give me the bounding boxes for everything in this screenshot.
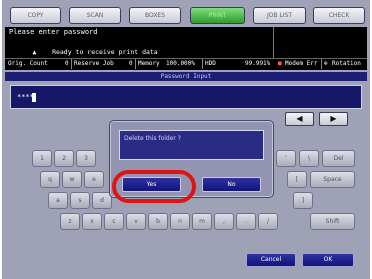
password-input-title: Password Input: [5, 72, 367, 81]
hdd-label: HDD: [205, 60, 216, 67]
no-button[interactable]: No: [202, 177, 261, 192]
rotation-icon: ⊕: [324, 60, 328, 67]
cursor-left-button[interactable]: ◀: [285, 112, 314, 126]
text-cursor: [32, 93, 36, 102]
key-backslash[interactable]: \: [299, 150, 319, 167]
arrow-left-icon: ◀: [296, 114, 303, 123]
key-period[interactable]: .: [236, 213, 256, 230]
memory-value: 100.000%: [166, 60, 195, 67]
key-q[interactable]: q: [40, 171, 60, 188]
tab-copy[interactable]: COPY: [10, 7, 61, 24]
modem-error-label: Modem Err: [285, 60, 318, 67]
tab-boxes[interactable]: BOXES: [129, 7, 181, 24]
key-bracket-open[interactable]: [: [287, 171, 307, 188]
ok-button[interactable]: OK: [302, 253, 354, 267]
password-field[interactable]: ****: [10, 85, 362, 109]
key-w[interactable]: w: [62, 171, 82, 188]
key-c[interactable]: c: [104, 213, 124, 230]
key-shift[interactable]: Shift: [310, 213, 355, 230]
hdd-value: 99.991%: [245, 60, 271, 67]
key-bracket-close[interactable]: ]: [293, 192, 313, 209]
status-area: Please enter password ▲ Ready to receive…: [5, 27, 367, 70]
tab-check[interactable]: CHECK: [313, 7, 365, 24]
key-m[interactable]: m: [192, 213, 212, 230]
yes-highlight-circle: [112, 170, 196, 203]
key-b[interactable]: b: [148, 213, 168, 230]
key-x[interactable]: x: [82, 213, 102, 230]
reserve-job-value: 0: [129, 60, 133, 67]
dialog-message-box: Delete this folder ?: [119, 130, 264, 160]
key-2[interactable]: 2: [54, 150, 74, 167]
key-delete[interactable]: Del: [322, 150, 355, 167]
rotation-label: Rotation: [332, 60, 361, 67]
arrow-right-icon: ▶: [330, 114, 337, 123]
memory-label: Memory: [138, 60, 160, 67]
key-1[interactable]: 1: [32, 150, 52, 167]
tab-scan[interactable]: SCAN: [69, 7, 121, 24]
key-e[interactable]: e: [84, 171, 104, 188]
tab-job-list[interactable]: JOB LIST: [253, 7, 306, 24]
modem-error-icon: ■: [278, 60, 282, 67]
key-quote[interactable]: ': [276, 150, 296, 167]
orig-count-value: 0: [65, 60, 69, 67]
key-comma[interactable]: ,: [214, 213, 234, 230]
tab-print[interactable]: PRINT: [190, 7, 245, 24]
key-n[interactable]: n: [170, 213, 190, 230]
status-prompt: Please enter password: [9, 28, 98, 36]
key-z[interactable]: z: [60, 213, 80, 230]
key-s[interactable]: s: [70, 192, 90, 209]
key-3[interactable]: 3: [76, 150, 96, 167]
panel-frame: COPY SCAN BOXES PRINT JOB LIST CHECK Ple…: [2, 0, 370, 279]
key-v[interactable]: v: [126, 213, 146, 230]
key-a[interactable]: a: [48, 192, 68, 209]
reserve-job-label: Reserve Job: [74, 60, 114, 67]
cursor-right-button[interactable]: ▶: [319, 112, 348, 126]
status-divider: [273, 27, 274, 58]
orig-count-label: Orig. Count: [8, 60, 48, 67]
cancel-button[interactable]: Cancel: [246, 253, 296, 267]
key-space[interactable]: Space: [310, 171, 355, 188]
key-slash[interactable]: /: [258, 213, 278, 230]
status-info-bar: Orig. Count 0 Reserve Job 0 Memory 100.0…: [5, 58, 367, 69]
dialog-message: Delete this folder ?: [124, 135, 181, 142]
